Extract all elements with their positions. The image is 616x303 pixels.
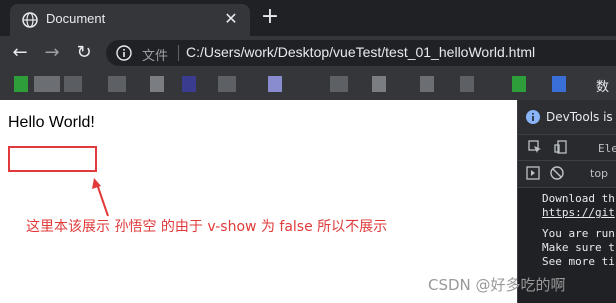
page-viewport: Hello World! 这里本该展示 孙悟空 的由于 v-show 为 fal… — [0, 100, 517, 303]
bookmark-icon[interactable] — [268, 76, 282, 92]
devtools-banner-text: DevTools is n — [546, 110, 616, 124]
console-line: You are run — [542, 227, 615, 240]
hello-text: Hello World! — [8, 114, 95, 131]
devtools-tabbar: Ele — [518, 134, 616, 161]
browser-tab[interactable]: Document ✕ — [10, 4, 250, 36]
address-separator — [178, 45, 179, 61]
devtools-panel: DevTools is n Ele top Download th https:… — [517, 100, 616, 303]
bookmark-icon[interactable] — [460, 76, 474, 92]
bookmark-icon[interactable] — [420, 76, 434, 92]
info-icon[interactable] — [116, 45, 132, 61]
console-line: Make sure t — [542, 241, 615, 254]
site-label: 文件 — [142, 49, 169, 64]
info-icon — [526, 110, 540, 124]
address-bar[interactable]: 文件 C:/Users/work/Desktop/vueTest/test_01… — [106, 40, 616, 66]
tab-strip: Document ✕ + — [0, 0, 616, 36]
bookmark-icon[interactable] — [34, 76, 60, 92]
back-button[interactable]: ← — [10, 43, 30, 63]
forward-button[interactable]: → — [42, 43, 62, 63]
bookmark-icon[interactable] — [108, 76, 126, 92]
browser-toolbar: ← → ↻ 文件 C:/Users/work/Desktop/vueTest/t… — [0, 36, 616, 70]
new-tab-button[interactable]: + — [260, 6, 280, 28]
sidebar-toggle-icon[interactable] — [526, 166, 540, 180]
inspect-element-icon[interactable] — [528, 140, 542, 154]
bookmark-icon[interactable] — [150, 76, 164, 92]
bookmarks-bar: 数 — [0, 70, 616, 100]
device-toolbar-icon[interactable] — [554, 140, 568, 154]
context-selector[interactable]: top — [590, 167, 608, 180]
hidden-element-highlight — [8, 146, 97, 172]
bookmark-icon[interactable] — [512, 76, 526, 92]
url-text[interactable]: C:/Users/work/Desktop/vueTest/test_01_he… — [186, 44, 535, 60]
console-link[interactable]: https://git — [542, 206, 615, 219]
devtools-banner: DevTools is n — [518, 100, 616, 134]
bookmark-icon[interactable] — [64, 76, 82, 92]
bookmark-label[interactable]: 数 — [596, 76, 609, 95]
bookmark-icon[interactable] — [218, 76, 236, 92]
close-tab-icon[interactable]: ✕ — [222, 10, 240, 28]
bookmark-icon[interactable] — [14, 76, 28, 92]
watermark: CSDN @好多吃的啊 — [428, 276, 566, 294]
console-line: See more ti — [542, 255, 615, 268]
tab-elements[interactable]: Ele — [598, 142, 616, 155]
bookmark-icon[interactable] — [552, 76, 566, 92]
bookmark-icon[interactable] — [182, 76, 196, 92]
bookmark-icon[interactable] — [330, 76, 348, 92]
globe-icon — [22, 12, 38, 28]
console-line: Download th — [542, 192, 615, 205]
tab-title: Document — [46, 11, 106, 26]
annotation-note: 这里本该展示 孙悟空 的由于 v-show 为 false 所以不展示 — [26, 219, 388, 235]
reload-button[interactable]: ↻ — [74, 43, 94, 63]
bookmark-icon[interactable] — [372, 76, 386, 92]
console-toolbar: top — [518, 160, 616, 188]
clear-console-icon[interactable] — [550, 166, 564, 180]
